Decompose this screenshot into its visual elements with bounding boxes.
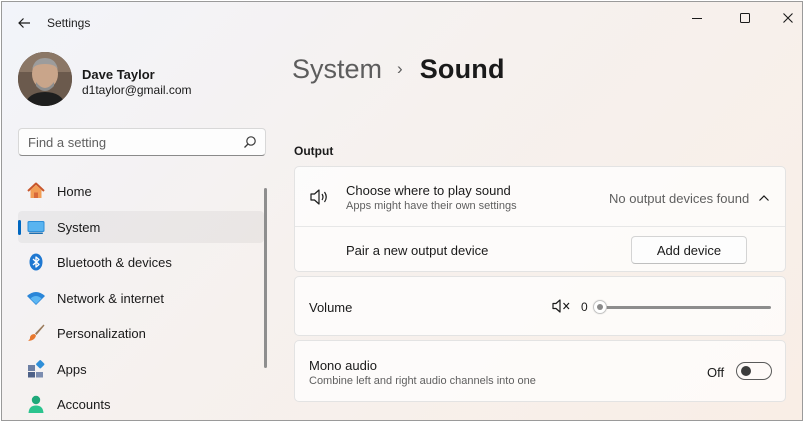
output-device-subtitle: Apps might have their own settings	[346, 200, 517, 212]
accounts-icon	[26, 394, 46, 414]
sidebar-item-personalization[interactable]: Personalization	[18, 317, 264, 349]
slider-thumb[interactable]	[593, 300, 607, 314]
avatar	[18, 52, 72, 106]
bluetooth-icon	[26, 252, 46, 272]
system-icon	[26, 217, 46, 237]
minimize-icon	[692, 18, 702, 19]
sidebar-scrollbar[interactable]	[264, 188, 267, 368]
settings-window: Settings Dave Taylor d1taylor@gmail.com	[1, 1, 803, 421]
speaker-icon	[310, 189, 327, 205]
app-title: Settings	[47, 16, 91, 30]
mono-audio-subtitle: Combine left and right audio channels in…	[309, 375, 536, 387]
output-device-status: No output devices found	[609, 191, 750, 206]
divider	[295, 226, 785, 227]
title-bar: Settings	[2, 2, 802, 42]
back-button[interactable]	[12, 11, 36, 35]
sidebar-item-label: Home	[57, 184, 92, 199]
wifi-icon	[26, 288, 46, 308]
volume-card: Volume 0	[294, 276, 786, 336]
sidebar-item-bluetooth[interactable]: Bluetooth & devices	[18, 246, 264, 278]
search-input[interactable]	[19, 129, 239, 155]
home-icon	[26, 181, 46, 201]
volume-slider[interactable]	[593, 298, 773, 316]
user-email: d1taylor@gmail.com	[82, 83, 192, 97]
back-arrow-icon	[18, 18, 30, 28]
selection-indicator	[18, 220, 21, 235]
volume-label: Volume	[309, 300, 353, 315]
apps-icon	[26, 359, 46, 379]
speaker-muted-icon[interactable]	[552, 298, 572, 314]
mono-audio-title: Mono audio	[309, 358, 377, 373]
output-device-title: Choose where to play sound	[346, 183, 511, 198]
sidebar-item-system[interactable]: System	[18, 211, 264, 243]
user-name: Dave Taylor	[82, 67, 155, 82]
search-icon[interactable]	[243, 135, 257, 149]
brush-icon	[26, 323, 46, 343]
breadcrumb: System › Sound	[292, 54, 505, 85]
output-card: Choose where to play sound Apps might ha…	[294, 166, 786, 272]
page-title: Sound	[419, 54, 505, 84]
volume-value: 0	[581, 300, 588, 314]
sidebar-item-home[interactable]: Home	[18, 175, 264, 207]
mono-audio-state: Off	[707, 365, 725, 380]
chevron-right-icon: ›	[397, 58, 403, 78]
toggle-knob	[741, 366, 751, 376]
sidebar-item-label: Network & internet	[57, 291, 164, 306]
mono-audio-toggle[interactable]	[736, 362, 772, 380]
sidebar-item-apps[interactable]: Apps	[18, 353, 264, 385]
add-device-button[interactable]: Add device	[631, 236, 747, 264]
pair-device-label: Pair a new output device	[346, 243, 489, 258]
sidebar-item-label: Apps	[57, 362, 87, 377]
sidebar-item-label: Personalization	[57, 326, 146, 341]
close-button[interactable]	[771, 6, 802, 30]
avatar-image	[18, 52, 72, 106]
sidebar-item-accounts[interactable]: Accounts	[18, 388, 264, 420]
search-box	[18, 128, 266, 156]
slider-track	[599, 306, 771, 309]
sidebar-item-label: Accounts	[57, 397, 111, 412]
section-title-output: Output	[294, 144, 334, 158]
sidebar-item-label: Bluetooth & devices	[57, 255, 172, 270]
close-icon	[783, 13, 793, 23]
sidebar-item-network[interactable]: Network & internet	[18, 282, 264, 314]
sidebar-item-label: System	[57, 220, 101, 235]
chevron-up-icon[interactable]	[757, 191, 771, 205]
breadcrumb-parent[interactable]: System	[292, 54, 382, 85]
maximize-button[interactable]	[728, 6, 762, 30]
minimize-button[interactable]	[680, 6, 714, 30]
maximize-icon	[740, 13, 750, 23]
mono-audio-card: Mono audio Combine left and right audio …	[294, 340, 786, 402]
